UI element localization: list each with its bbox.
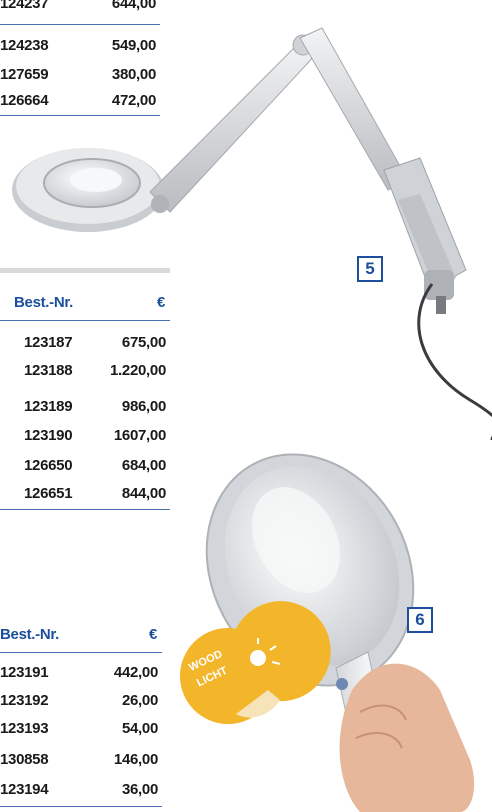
table-cell-price: 1.220,00 <box>110 362 166 379</box>
product-number-badge-5: 5 <box>357 256 383 282</box>
table-cell-price: 36,00 <box>121 781 158 798</box>
table-top-bar <box>0 268 170 273</box>
table-cell-order-number: 123189 <box>24 398 73 415</box>
table-cell-order-number: 126651 <box>24 485 73 502</box>
table-cell-order-number: 126664 <box>0 92 49 109</box>
product-number-badge-6: 6 <box>407 607 433 633</box>
table-cell-order-number: 123192 <box>0 692 49 709</box>
table-cell-order-number: 123191 <box>0 664 49 681</box>
column-header-price: € <box>156 294 165 311</box>
table-cell-price: 1607,00 <box>113 427 166 444</box>
table-cell-price: 844,00 <box>121 485 166 502</box>
magnifier-lamp-image <box>12 27 492 440</box>
table-cell-price: 146,00 <box>113 751 158 768</box>
column-header-price: € <box>148 626 157 643</box>
table-cell-price: 472,00 <box>111 92 156 109</box>
table-cell-price: 380,00 <box>111 66 156 83</box>
table-cell-order-number: 127659 <box>0 66 49 83</box>
table-cell-order-number: 123193 <box>0 720 49 737</box>
table-cell-price: 986,00 <box>121 398 166 415</box>
table-cell-order-number: 126650 <box>24 457 73 474</box>
table-cell-price: 54,00 <box>121 720 158 737</box>
table-cell-order-number: 124237 <box>0 0 49 12</box>
table-cell-price: 684,00 <box>121 457 166 474</box>
table-cell-order-number: 123187 <box>24 334 73 351</box>
table-divider <box>0 806 162 807</box>
table-cell-order-number: 130858 <box>0 751 49 768</box>
table-cell-order-number: 123194 <box>0 781 49 798</box>
table-divider <box>0 115 160 116</box>
column-header-order-number: Best.-Nr. <box>0 626 59 643</box>
table-divider <box>0 652 162 653</box>
table-cell-price: 675,00 <box>121 334 166 351</box>
table-divider <box>0 320 170 321</box>
table-divider <box>0 509 170 510</box>
table-cell-order-number: 123188 <box>24 362 73 379</box>
table-cell-price: 644,00 <box>111 0 156 12</box>
table-cell-price: 442,00 <box>113 664 158 681</box>
table-cell-price: 26,00 <box>121 692 158 709</box>
column-header-order-number: Best.-Nr. <box>14 294 73 311</box>
table-divider <box>0 24 160 25</box>
table-cell-order-number: 124238 <box>0 37 49 54</box>
table-cell-order-number: 123190 <box>24 427 73 444</box>
product-illustrations <box>12 27 492 812</box>
table-cell-price: 549,00 <box>111 37 156 54</box>
